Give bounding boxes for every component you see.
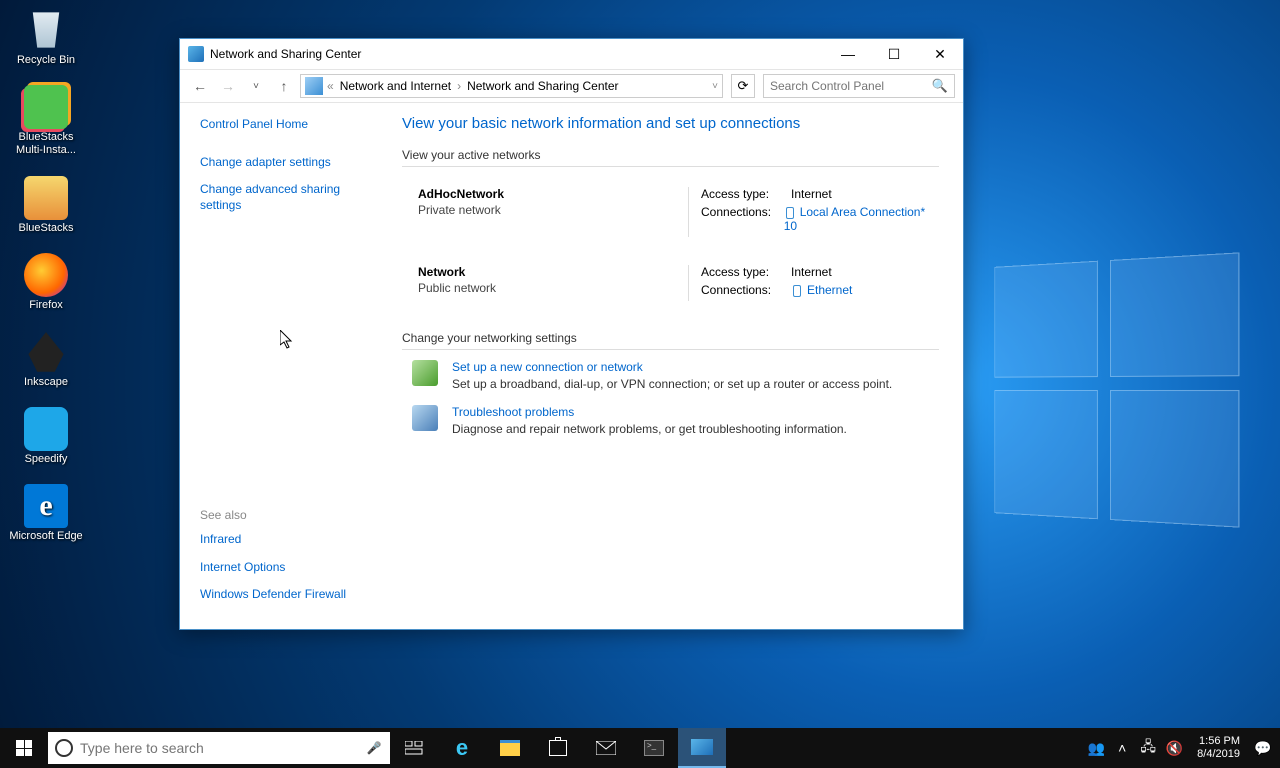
network-type: Private network (418, 203, 688, 217)
taskbar-mail[interactable] (582, 728, 630, 768)
explorer-navbar: ← → ˅ ↑ « Network and Internet › Network… (180, 69, 963, 103)
connection-link[interactable]: Ethernet (807, 283, 852, 297)
network-type: Public network (418, 281, 688, 295)
start-button[interactable] (0, 728, 48, 768)
back-button[interactable]: ← (188, 74, 212, 98)
troubleshoot-icon (412, 405, 438, 431)
taskbar-search[interactable]: 🎤 (48, 732, 390, 764)
window-title: Network and Sharing Center (210, 47, 825, 61)
breadcrumb-item[interactable]: Network and Internet (336, 79, 455, 93)
taskbar-cmd[interactable]: >_ (630, 728, 678, 768)
desktop-icons: Recycle Bin BlueStacks Multi-Insta... Bl… (6, 8, 86, 544)
taskbar-search-input[interactable] (80, 740, 358, 756)
troubleshoot-link[interactable]: Troubleshoot problems (452, 405, 574, 419)
desktop-icon-bluestacks[interactable]: BlueStacks (6, 176, 86, 235)
page-heading: View your basic network information and … (402, 115, 939, 132)
desktop-icon-bluestacks-multi[interactable]: BlueStacks Multi-Insta... (6, 85, 86, 157)
titlebar[interactable]: Network and Sharing Center — ☐ ✕ (180, 39, 963, 69)
change-settings-header: Change your networking settings (402, 331, 939, 350)
option-new-connection: Set up a new connection or network Set u… (412, 360, 939, 391)
taskbar-file-explorer[interactable] (486, 728, 534, 768)
clock[interactable]: 1:56 PM 8/4/2019 (1191, 735, 1246, 761)
cortana-icon[interactable] (48, 739, 80, 757)
wallpaper-windows-logo (994, 252, 1239, 527)
window-icon (188, 46, 204, 62)
main-panel: View your basic network information and … (388, 103, 963, 629)
task-view-button[interactable] (390, 728, 438, 768)
network-block: AdHocNetwork Private network Access type… (402, 177, 939, 247)
network-tray-icon[interactable]: 🖧 (1139, 739, 1157, 757)
breadcrumb-icon (305, 77, 323, 95)
see-also-infrared[interactable]: Infrared (200, 532, 378, 548)
change-advanced-sharing-link[interactable]: Change advanced sharing settings (200, 182, 378, 213)
connection-link[interactable]: Local Area Connection* 10 (784, 205, 925, 233)
change-adapter-link[interactable]: Change adapter settings (200, 155, 378, 171)
windows-icon (16, 740, 32, 756)
new-connection-icon (412, 360, 438, 386)
taskbar-edge[interactable]: e (438, 728, 486, 768)
left-panel: Control Panel Home Change adapter settin… (180, 103, 388, 629)
taskbar-control-panel[interactable] (678, 728, 726, 768)
desktop-icon-recycle-bin[interactable]: Recycle Bin (6, 8, 86, 67)
network-block: Network Public network Access type:Inter… (402, 255, 939, 311)
search-input[interactable] (770, 79, 932, 93)
see-also-label: See also (200, 508, 378, 522)
active-networks-header: View your active networks (402, 148, 939, 167)
refresh-button[interactable]: ⟳ (731, 74, 755, 98)
forward-button[interactable]: → (216, 74, 240, 98)
desktop-icon-speedify[interactable]: Speedify (6, 407, 86, 466)
desktop-icon-inkscape[interactable]: Inkscape (6, 330, 86, 389)
tray-expand-icon[interactable]: ˄ (1113, 739, 1131, 757)
taskbar: 🎤 e >_ 👥 ˄ 🖧 🔇 1:56 PM 8/4/2019 💬 (0, 728, 1280, 768)
close-button[interactable]: ✕ (917, 39, 963, 69)
breadcrumb-item[interactable]: Network and Sharing Center (463, 79, 622, 93)
see-also-firewall[interactable]: Windows Defender Firewall (200, 587, 378, 603)
system-tray: 👥 ˄ 🖧 🔇 1:56 PM 8/4/2019 💬 (1079, 728, 1280, 768)
up-button[interactable]: ↑ (272, 74, 296, 98)
action-center-icon[interactable]: 💬 (1254, 739, 1272, 757)
network-name: AdHocNetwork (418, 187, 688, 201)
connection-icon (791, 285, 803, 297)
network-sharing-window: Network and Sharing Center — ☐ ✕ ← → ˅ ↑… (179, 38, 964, 630)
control-panel-home-link[interactable]: Control Panel Home (200, 117, 378, 133)
option-troubleshoot: Troubleshoot problems Diagnose and repai… (412, 405, 939, 436)
minimize-button[interactable]: — (825, 39, 871, 69)
recent-dropdown[interactable]: ˅ (244, 74, 268, 98)
see-also-internet-options[interactable]: Internet Options (200, 560, 378, 576)
desktop-icon-edge[interactable]: eMicrosoft Edge (6, 484, 86, 543)
connection-icon (784, 207, 796, 219)
search-box[interactable]: 🔍 (763, 74, 955, 98)
new-connection-link[interactable]: Set up a new connection or network (452, 360, 643, 374)
volume-icon[interactable]: 🔇 (1165, 739, 1183, 757)
mic-icon[interactable]: 🎤 (358, 741, 390, 755)
breadcrumb-dropdown-icon[interactable]: ˅ (712, 81, 718, 92)
people-icon[interactable]: 👥 (1087, 739, 1105, 757)
taskbar-store[interactable] (534, 728, 582, 768)
maximize-button[interactable]: ☐ (871, 39, 917, 69)
network-name: Network (418, 265, 688, 279)
breadcrumb[interactable]: « Network and Internet › Network and Sha… (300, 74, 723, 98)
search-icon[interactable]: 🔍 (932, 78, 948, 94)
desktop-icon-firefox[interactable]: Firefox (6, 253, 86, 312)
